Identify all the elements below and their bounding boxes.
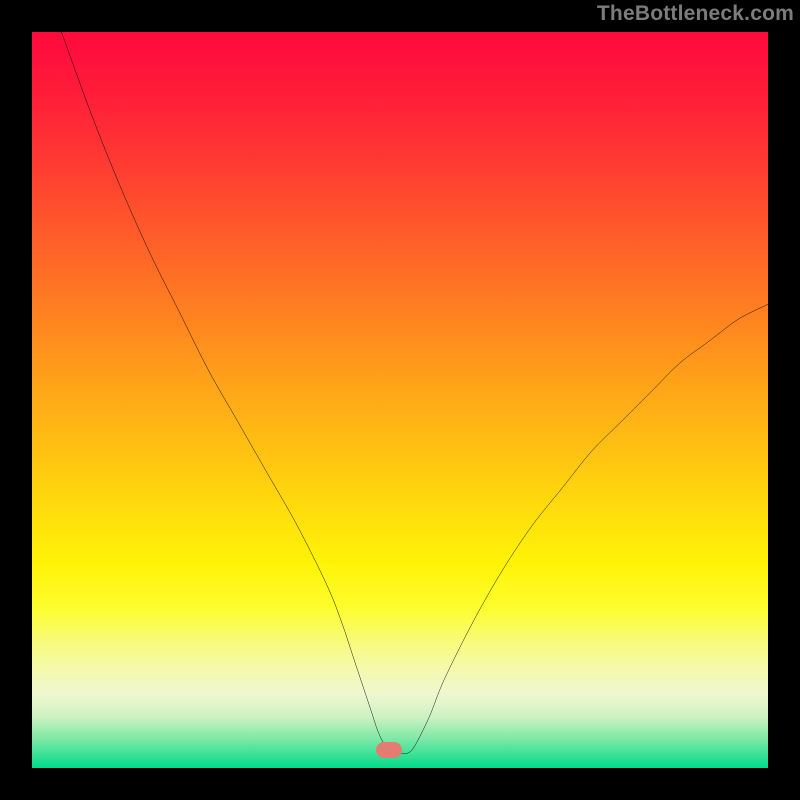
bottleneck-curve <box>61 32 768 754</box>
chart-stage: TheBottleneck.com <box>0 0 800 800</box>
chart-plot-area <box>32 32 768 768</box>
source-attribution: TheBottleneck.com <box>597 2 794 26</box>
optimal-marker <box>376 742 402 758</box>
curve-layer <box>32 32 768 768</box>
